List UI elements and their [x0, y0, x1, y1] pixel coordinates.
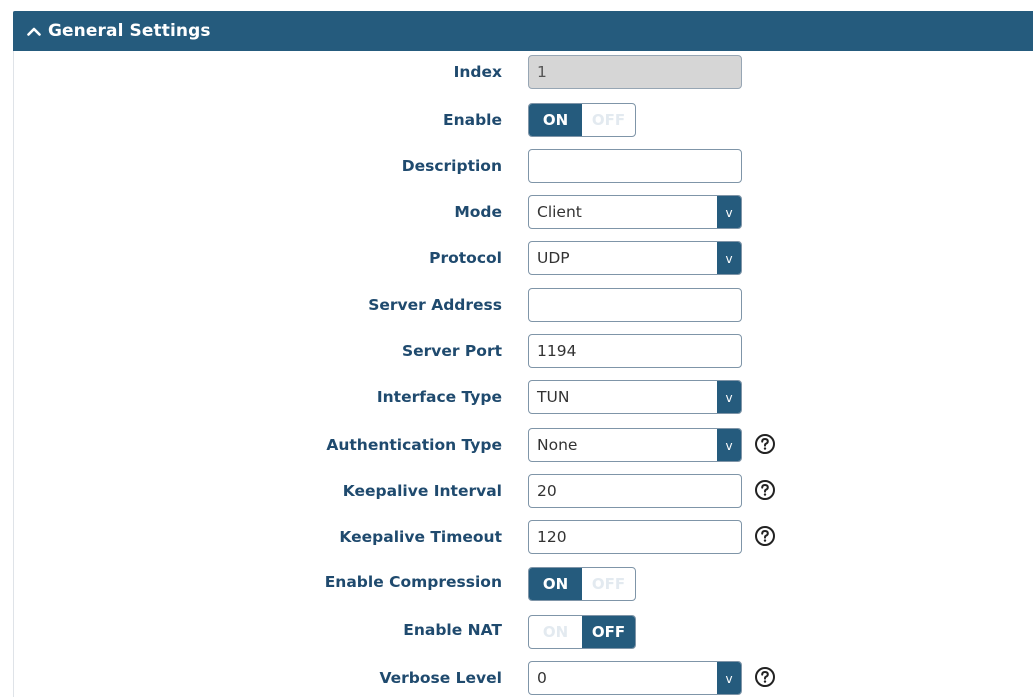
protocol-value: UDP — [537, 249, 570, 267]
description-label: Description — [401, 157, 502, 175]
server-port-label: Server Port — [401, 342, 502, 360]
verbose-level-row: Verbose Level 0 v — [0, 661, 1033, 695]
auth-type-row: Authentication Type None v — [0, 428, 1033, 462]
enable-nat-toggle[interactable]: ON OFF — [528, 615, 636, 649]
interface-type-label: Interface Type — [376, 388, 502, 406]
keepalive-timeout-row: Keepalive Timeout 120 — [0, 520, 1033, 554]
enable-on[interactable]: ON — [529, 104, 582, 136]
enable-nat-label: Enable NAT — [403, 621, 502, 639]
interface-type-row: Interface Type TUN v — [0, 380, 1033, 414]
description-input[interactable] — [528, 149, 742, 183]
enable-off[interactable]: OFF — [582, 104, 635, 136]
index-row: Index 1 — [0, 55, 1033, 89]
keepalive-timeout-label: Keepalive Timeout — [339, 528, 502, 546]
auth-type-value: None — [537, 436, 578, 454]
enable-row: Enable ON OFF — [0, 103, 1033, 137]
chevron-down-icon[interactable]: v — [717, 381, 741, 413]
enable-compression-toggle[interactable]: ON OFF — [528, 567, 636, 601]
auth-type-label: Authentication Type — [326, 436, 502, 454]
protocol-select[interactable]: UDP v — [528, 241, 742, 275]
mode-select[interactable]: Client v — [528, 195, 742, 229]
enable-compression-label: Enable Compression — [324, 573, 502, 591]
description-row: Description — [0, 149, 1033, 183]
help-circle-icon[interactable] — [754, 433, 776, 455]
enable-compression-off[interactable]: OFF — [582, 568, 635, 600]
keepalive-interval-row: Keepalive Interval 20 — [0, 474, 1033, 508]
chevron-down-icon[interactable]: v — [717, 429, 741, 461]
enable-nat-off[interactable]: OFF — [582, 616, 635, 648]
section-header[interactable]: General Settings — [13, 11, 1033, 51]
index-label: Index — [453, 63, 502, 81]
server-port-row: Server Port 1194 — [0, 334, 1033, 368]
auth-type-select[interactable]: None v — [528, 428, 742, 462]
keepalive-interval-input[interactable]: 20 — [528, 474, 742, 508]
enable-nat-row: Enable NAT ON OFF — [0, 615, 1033, 649]
verbose-level-value: 0 — [537, 669, 547, 687]
help-circle-icon[interactable] — [754, 479, 776, 501]
enable-compression-on[interactable]: ON — [529, 568, 582, 600]
chevron-down-icon[interactable]: v — [717, 242, 741, 274]
protocol-label: Protocol — [429, 249, 502, 267]
chevron-down-icon[interactable]: v — [717, 662, 741, 694]
enable-toggle[interactable]: ON OFF — [528, 103, 636, 137]
enable-label: Enable — [442, 111, 502, 129]
chevron-up-icon[interactable] — [23, 20, 45, 42]
server-address-row: Server Address — [0, 288, 1033, 322]
verbose-level-label: Verbose Level — [379, 669, 502, 687]
keepalive-timeout-input[interactable]: 120 — [528, 520, 742, 554]
index-field: 1 — [528, 55, 742, 89]
verbose-level-select[interactable]: 0 v — [528, 661, 742, 695]
protocol-row: Protocol UDP v — [0, 241, 1033, 275]
keepalive-interval-label: Keepalive Interval — [342, 482, 502, 500]
interface-type-value: TUN — [537, 388, 570, 406]
section-title: General Settings — [48, 21, 211, 41]
mode-value: Client — [537, 203, 582, 221]
chevron-down-icon[interactable]: v — [717, 196, 741, 228]
interface-type-select[interactable]: TUN v — [528, 380, 742, 414]
enable-nat-on[interactable]: ON — [529, 616, 582, 648]
server-port-input[interactable]: 1194 — [528, 334, 742, 368]
mode-row: Mode Client v — [0, 195, 1033, 229]
mode-label: Mode — [454, 203, 502, 221]
help-circle-icon[interactable] — [754, 666, 776, 688]
server-address-input[interactable] — [528, 288, 742, 322]
server-address-label: Server Address — [368, 296, 502, 314]
help-circle-icon[interactable] — [754, 525, 776, 547]
enable-compression-row: Enable Compression ON OFF — [0, 567, 1033, 601]
